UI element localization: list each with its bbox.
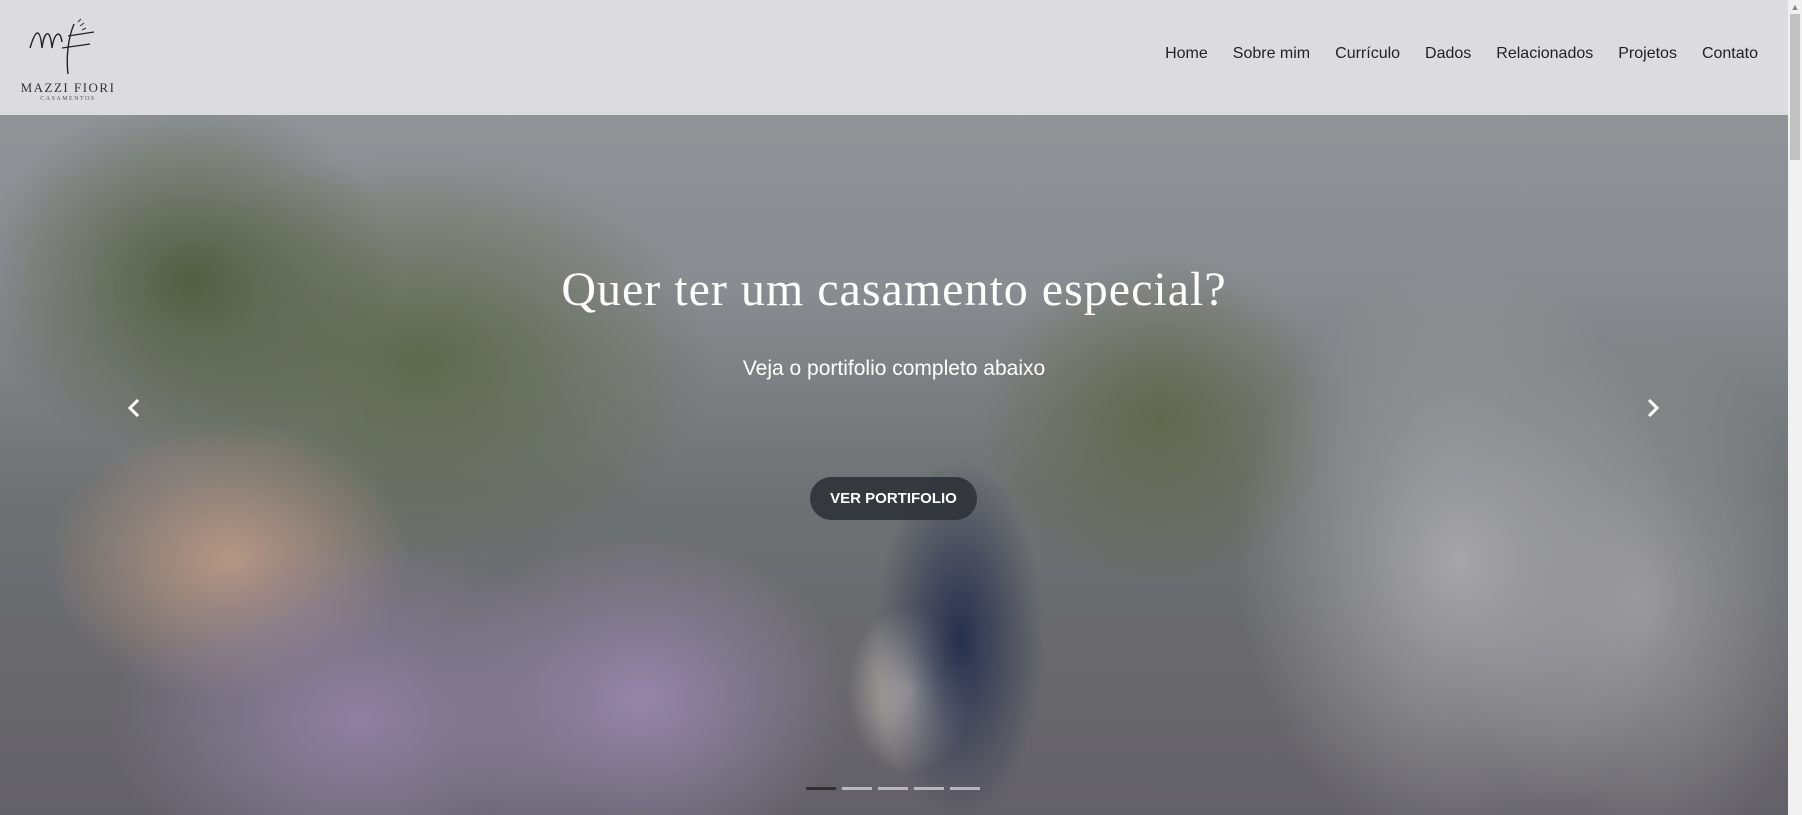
carousel-next-button[interactable] bbox=[1640, 396, 1664, 420]
scroll-up-arrow-icon[interactable]: ▲ bbox=[1788, 0, 1802, 14]
nav-item-relacionados[interactable]: Relacionados bbox=[1496, 45, 1593, 63]
carousel-indicator-5[interactable] bbox=[950, 787, 980, 790]
page-scrollbar[interactable]: ▲ bbox=[1788, 0, 1802, 815]
nav-item-projetos[interactable]: Projetos bbox=[1618, 45, 1677, 63]
hero-carousel-image bbox=[0, 0, 1788, 815]
carousel-indicators bbox=[806, 787, 980, 790]
nav-item-sobre-mim[interactable]: Sobre mim bbox=[1233, 45, 1310, 63]
nav-item-dados[interactable]: Dados bbox=[1425, 45, 1471, 63]
view-portfolio-button[interactable]: VER PORTIFOLIO bbox=[810, 477, 977, 520]
nav-item-home[interactable]: Home bbox=[1165, 45, 1208, 63]
carousel-indicator-4[interactable] bbox=[914, 787, 944, 790]
brand-logo[interactable]: MAZZI FIORI CASAMENTOS bbox=[18, 18, 118, 106]
brand-subtitle: CASAMENTOS bbox=[40, 96, 96, 102]
scroll-thumb[interactable] bbox=[1790, 14, 1800, 160]
carousel-indicator-1[interactable] bbox=[806, 787, 836, 790]
carousel-indicator-2[interactable] bbox=[842, 787, 872, 790]
carousel-prev-button[interactable] bbox=[123, 396, 147, 420]
brand-name: MAZZI FIORI bbox=[20, 80, 116, 95]
hero-title: Quer ter um casamento especial? bbox=[561, 263, 1227, 316]
monogram-icon bbox=[29, 18, 95, 75]
chevron-left-icon bbox=[127, 398, 140, 418]
nav-item-curriculo[interactable]: Currículo bbox=[1335, 45, 1400, 63]
carousel-indicator-3[interactable] bbox=[878, 787, 908, 790]
main-nav: Home Sobre mim Currículo Dados Relaciona… bbox=[1165, 45, 1758, 63]
nav-item-contato[interactable]: Contato bbox=[1702, 45, 1758, 63]
chevron-right-icon bbox=[1647, 398, 1660, 418]
hero-subtitle: Veja o portifolio completo abaixo bbox=[742, 357, 1046, 380]
site-header: MAZZI FIORI CASAMENTOS Home Sobre mim Cu… bbox=[0, 0, 1788, 115]
hero-overlay bbox=[0, 0, 1788, 815]
